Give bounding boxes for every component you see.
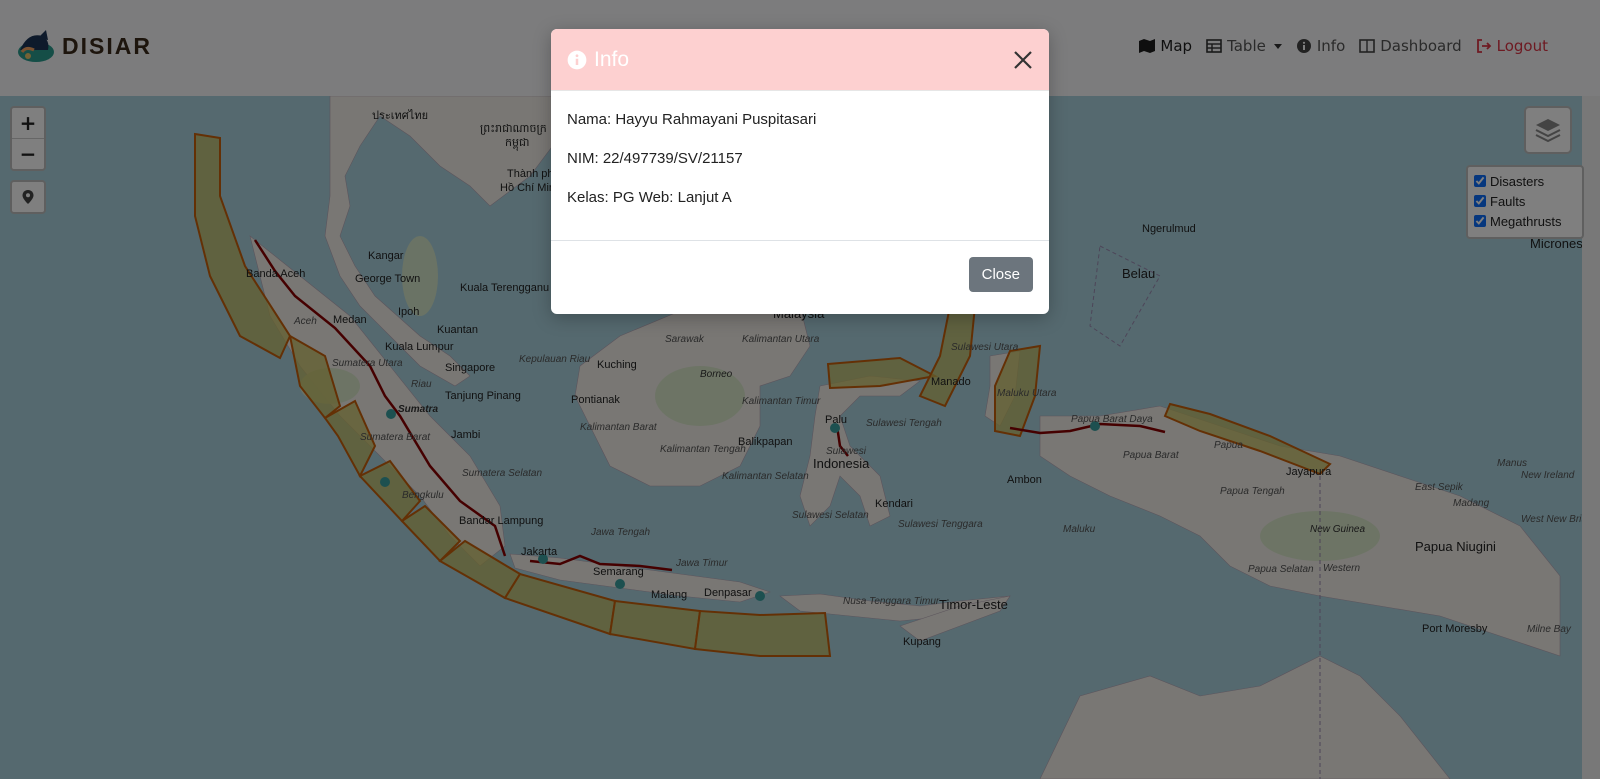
close-button[interactable]: Close	[968, 257, 1033, 292]
close-icon[interactable]	[1011, 48, 1035, 72]
modal-title-text: Info	[594, 47, 630, 71]
info-circle-icon	[567, 50, 587, 69]
modal-header: Info	[551, 29, 1049, 91]
info-class: Kelas: PG Web: Lanjut A	[567, 189, 732, 206]
info-name: Nama: Hayyu Rahmayani Puspitasari	[567, 111, 817, 128]
modal-title: Info	[567, 48, 629, 72]
info-modal: Info Nama: Hayyu Rahmayani Puspitasari N…	[551, 29, 1049, 314]
modal-body: Nama: Hayyu Rahmayani Puspitasari NIM: 2…	[551, 91, 1049, 241]
info-nim: NIM: 22/497739/SV/21157	[567, 150, 743, 167]
modal-footer: Close	[551, 241, 1049, 308]
